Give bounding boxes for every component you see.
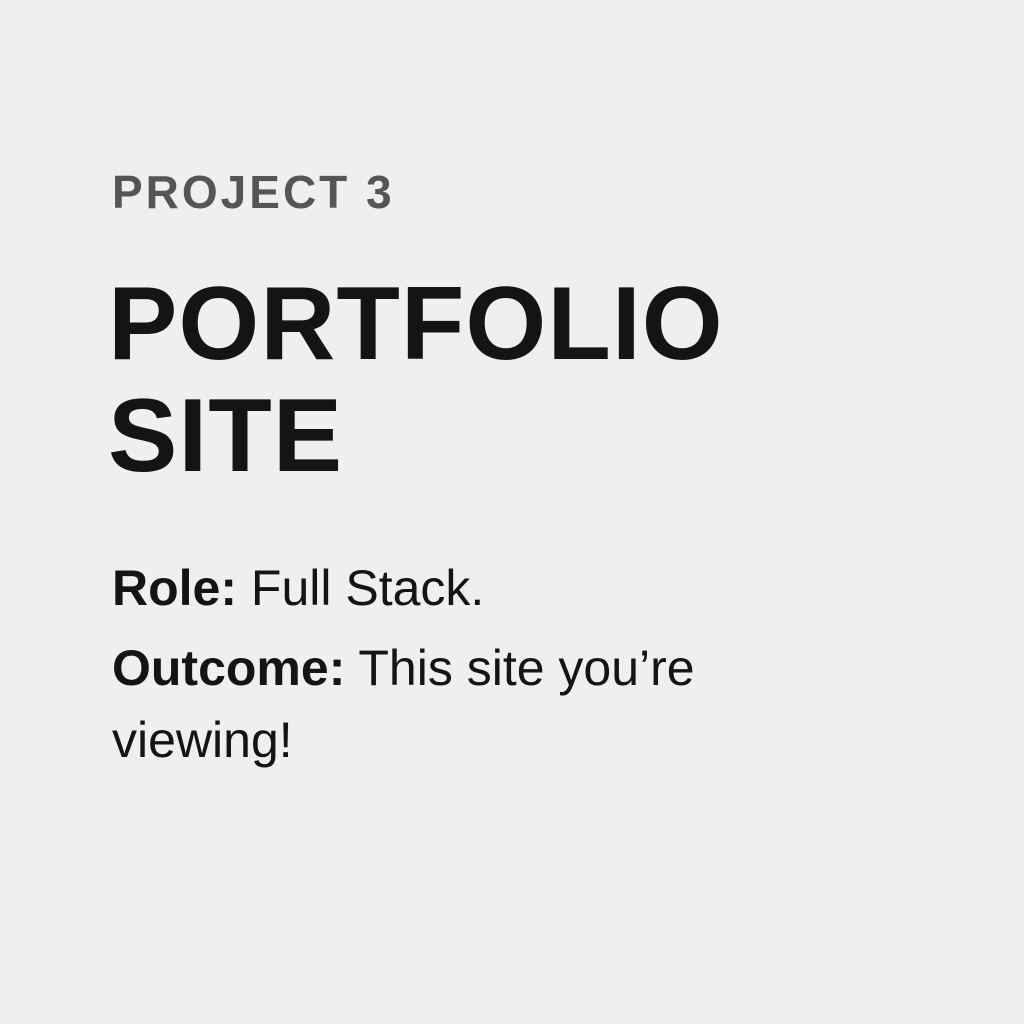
outcome-label: Outcome:	[112, 640, 346, 696]
project-card: PROJECT 3 PORTFOLIO SITE Role: Full Stac…	[0, 0, 1024, 1024]
role-value: Full Stack.	[250, 560, 485, 616]
project-details: Role: Full Stack. Outcome: This site you…	[112, 552, 832, 776]
project-title: PORTFOLIO SITE	[108, 268, 908, 492]
project-title-line-2: SITE	[108, 378, 344, 494]
project-title-line-1: PORTFOLIO	[108, 266, 724, 382]
role-line: Role: Full Stack.	[112, 552, 832, 624]
outcome-line: Outcome: This site you’re viewing!	[112, 632, 832, 776]
project-number: PROJECT 3	[112, 166, 395, 218]
role-label: Role:	[112, 560, 237, 616]
